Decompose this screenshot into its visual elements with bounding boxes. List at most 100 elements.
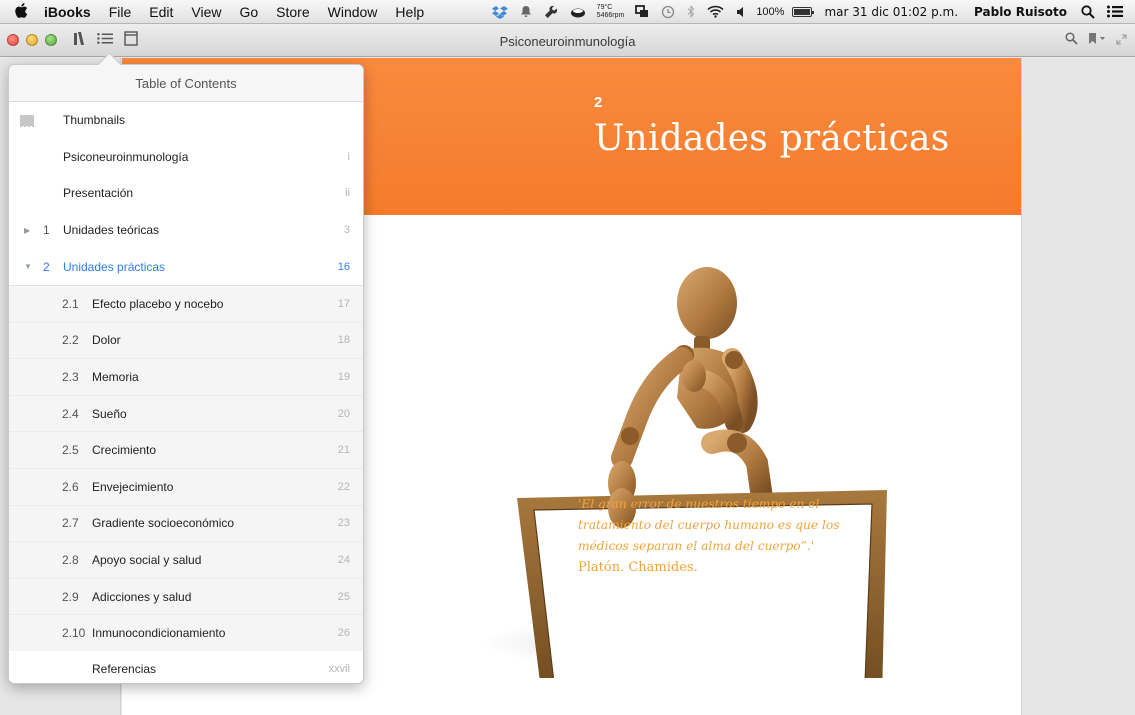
status-area: 79°C 5466rpm 100% mar 31 dic 01:02 p.m. … bbox=[486, 4, 1135, 20]
toc-item-label: Inmunocondicionamiento bbox=[92, 626, 226, 641]
toc-item-page: 20 bbox=[337, 407, 350, 420]
page-margin-right bbox=[1021, 58, 1135, 715]
toc-item-referencias[interactable]: Referencias xxvii bbox=[9, 651, 363, 688]
toc-chapter-1[interactable]: ▶ 1 Unidades teóricas 3 bbox=[9, 212, 363, 249]
toc-item-page: 19 bbox=[337, 370, 350, 383]
toc-item-page: 3 bbox=[343, 224, 350, 237]
toc-section-number: 2.8 bbox=[62, 552, 79, 567]
battery-level-fill bbox=[794, 8, 811, 15]
fullscreen-icon[interactable] bbox=[1116, 33, 1127, 48]
toc-section-2-6[interactable]: 2.6 Envejecimiento 22 bbox=[9, 467, 363, 505]
bell-icon[interactable] bbox=[520, 5, 532, 18]
toc-item-label: Psiconeuroinmunología bbox=[63, 149, 189, 164]
battery-percent[interactable]: 100% bbox=[756, 6, 784, 18]
toc-section-number: 2.9 bbox=[62, 589, 79, 604]
menu-view[interactable]: View bbox=[182, 4, 230, 20]
menu-store[interactable]: Store bbox=[267, 4, 318, 20]
notification-center-icon[interactable] bbox=[1107, 5, 1123, 18]
toc-item-page: 17 bbox=[337, 297, 350, 310]
user-account-name[interactable]: Pablo Ruisoto bbox=[974, 5, 1067, 19]
toc-section-2-4[interactable]: 2.4 Sueño 20 bbox=[9, 394, 363, 432]
wrench-icon[interactable] bbox=[544, 5, 558, 19]
chapter-title: Unidades prácticas bbox=[594, 118, 950, 159]
toc-item-label: Presentación bbox=[63, 186, 134, 201]
toc-item-page: xxvii bbox=[328, 663, 350, 676]
toc-section-2-10[interactable]: 2.10 Inmunocondicionamiento 26 bbox=[9, 614, 363, 651]
volume-icon[interactable] bbox=[736, 6, 746, 18]
coffee-cup-icon[interactable] bbox=[570, 6, 586, 18]
disclosure-triangle-right-icon[interactable]: ▶ bbox=[24, 226, 30, 235]
disclosure-triangle-down-icon[interactable]: ▼ bbox=[24, 262, 32, 271]
window-titlebar: Psiconeuroinmunología bbox=[0, 24, 1135, 57]
table-of-contents-popover: Table of Contents Thumbnails Psiconeuroi… bbox=[8, 64, 364, 684]
quote-author: Platón. Chamides. bbox=[578, 560, 698, 575]
wifi-icon[interactable] bbox=[707, 5, 724, 18]
menu-window[interactable]: Window bbox=[319, 4, 387, 20]
chapter-number: 2 bbox=[594, 94, 603, 111]
toc-item-label: Unidades teóricas bbox=[63, 223, 160, 238]
toc-section-number: 2.5 bbox=[62, 443, 79, 458]
toc-section-2-8[interactable]: 2.8 Apoyo social y salud 24 bbox=[9, 541, 363, 578]
toc-item-label: Sueño bbox=[92, 406, 127, 421]
toc-item-label: Crecimiento bbox=[92, 443, 157, 458]
toc-section-number: 2.7 bbox=[62, 516, 79, 531]
toc-item-label: Apoyo social y salud bbox=[92, 552, 202, 567]
toc-section-number: 2.1 bbox=[62, 296, 79, 311]
toc-item-page: 18 bbox=[337, 334, 350, 347]
window-manager-icon[interactable] bbox=[635, 5, 649, 18]
toc-section-number: 2.6 bbox=[62, 479, 79, 494]
thumbnails-icon bbox=[20, 114, 34, 127]
spotlight-search-icon[interactable] bbox=[1081, 4, 1095, 19]
toc-item-label: Referencias bbox=[92, 662, 157, 677]
clock-datetime[interactable]: mar 31 dic 01:02 p.m. bbox=[824, 5, 958, 19]
toc-item-label: Adicciones y salud bbox=[92, 589, 192, 604]
toc-item-label: Thumbnails bbox=[63, 113, 126, 128]
toc-item-page: ii bbox=[345, 187, 350, 200]
toc-item-presentacion[interactable]: Presentación ii bbox=[9, 175, 363, 212]
toc-item-title-page[interactable]: Psiconeuroinmunología i bbox=[9, 139, 363, 176]
toc-section-2-2[interactable]: 2.2 Dolor 18 bbox=[9, 321, 363, 359]
toc-section-2-7[interactable]: 2.7 Gradiente socioeconómico 23 bbox=[9, 504, 363, 542]
window-title: Psiconeuroinmunología bbox=[499, 34, 636, 49]
toc-item-label: Unidades prácticas bbox=[63, 259, 166, 274]
dropbox-icon[interactable] bbox=[491, 5, 508, 19]
menu-app-name[interactable]: iBooks bbox=[32, 4, 100, 20]
toc-section-2-9[interactable]: 2.9 Adicciones y salud 25 bbox=[9, 577, 363, 615]
toc-item-page: 24 bbox=[337, 553, 350, 566]
menu-file[interactable]: File bbox=[100, 4, 141, 20]
time-machine-icon[interactable] bbox=[661, 5, 675, 19]
toc-section-number: 2.3 bbox=[62, 369, 79, 384]
apple-logo-icon[interactable] bbox=[0, 2, 32, 21]
menu-help[interactable]: Help bbox=[386, 4, 433, 20]
toc-section-number: 2.4 bbox=[62, 406, 79, 421]
battery-icon[interactable] bbox=[792, 6, 815, 17]
menu-bar: iBooks File Edit View Go Store Window He… bbox=[0, 0, 1135, 24]
bookmark-icon[interactable] bbox=[1088, 32, 1106, 48]
toc-section-number: 2.10 bbox=[62, 626, 86, 641]
toc-item-page: i bbox=[347, 150, 350, 163]
toolbar-right bbox=[1065, 32, 1127, 48]
toc-item-thumbnails[interactable]: Thumbnails bbox=[9, 102, 363, 139]
fan-speed-value: 5466rpm bbox=[596, 11, 625, 19]
toc-section-2-3[interactable]: 2.3 Memoria 19 bbox=[9, 358, 363, 395]
temperature-value: 79°C bbox=[596, 3, 613, 11]
toc-chapter-number: 2 bbox=[43, 259, 50, 274]
toc-item-page: 16 bbox=[337, 260, 350, 273]
toc-section-number: 2.2 bbox=[62, 333, 79, 348]
search-book-icon[interactable] bbox=[1065, 32, 1078, 48]
toc-item-page: 22 bbox=[337, 480, 350, 493]
toc-list: Thumbnails Psiconeuroinmunología i Prese… bbox=[9, 102, 363, 688]
quote-body: 'El gran error de nuestros tiempo en el … bbox=[578, 497, 840, 553]
toc-section-2-1[interactable]: 2.1 Efecto placebo y nocebo 17 bbox=[9, 284, 363, 322]
toc-item-label: Efecto placebo y nocebo bbox=[92, 296, 224, 311]
temperature-readout[interactable]: 79°C 5466rpm bbox=[597, 4, 625, 20]
toc-chapter-2[interactable]: ▼ 2 Unidades prácticas 16 bbox=[9, 248, 363, 285]
menu-go[interactable]: Go bbox=[230, 4, 267, 20]
quote-card: 'El gran error de nuestros tiempo en el … bbox=[532, 454, 882, 634]
bluetooth-icon[interactable] bbox=[687, 5, 695, 18]
toc-section-2-5[interactable]: 2.5 Crecimiento 21 bbox=[9, 431, 363, 468]
menu-edit[interactable]: Edit bbox=[140, 4, 182, 20]
toc-item-label: Dolor bbox=[92, 333, 121, 348]
toc-item-label: Memoria bbox=[92, 369, 139, 384]
quote-text: 'El gran error de nuestros tiempo en el … bbox=[578, 494, 848, 578]
